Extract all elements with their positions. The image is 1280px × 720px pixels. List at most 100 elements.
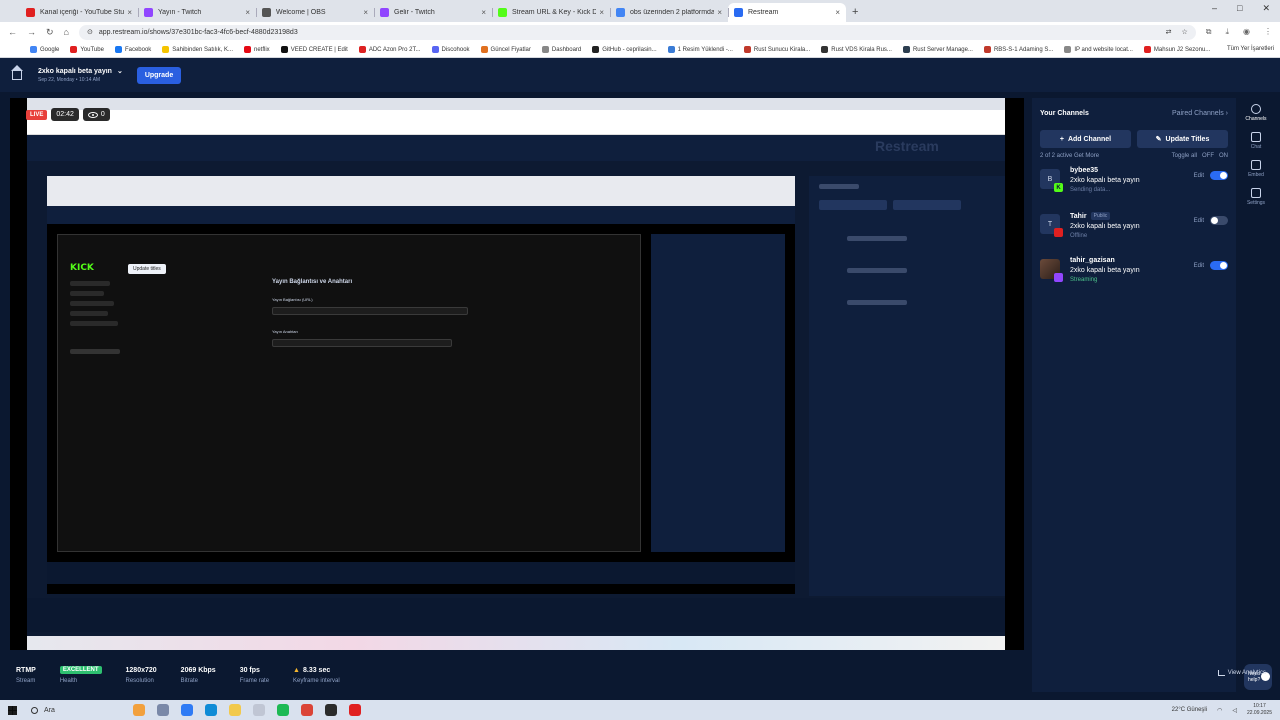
preview-url-label: Yayın Bağlantısı (URL) — [272, 297, 313, 302]
bookmark-item[interactable]: GitHub - ceprilasin... — [592, 46, 657, 53]
bookmark-item[interactable]: Mahsun J2 Sezonu... — [1143, 46, 1210, 53]
taskbar-app-icon[interactable] — [229, 704, 241, 716]
taskbar-app-icon[interactable] — [277, 704, 289, 716]
bookmark-item[interactable]: 1 Resim Yüklendi -... — [667, 46, 733, 53]
bookmark-star-icon[interactable]: ☆ — [1181, 28, 1187, 36]
stream-stats-bar: RTMP Stream EXCELLENT Health 1280x720 Resolut… — [0, 656, 1030, 694]
start-icon[interactable] — [8, 705, 17, 715]
browser-tab[interactable]: Stream URL & Key - Kick Dash× — [492, 3, 610, 22]
wifi-icon[interactable]: ◠ — [1217, 707, 1222, 714]
taskbar-app-icon[interactable] — [157, 704, 169, 716]
taskbar-app-icon[interactable] — [325, 704, 337, 716]
bookmark-item[interactable]: Facebook — [114, 46, 151, 53]
tab-close-icon[interactable]: × — [363, 8, 368, 17]
bookmark-item[interactable]: Rust Server Manage... — [902, 46, 973, 53]
tab-close-icon[interactable]: × — [245, 8, 250, 17]
help-button[interactable]: Need help? — [1244, 664, 1272, 690]
bookmark-favicon-icon — [743, 46, 751, 53]
add-channel-button[interactable]: + Add Channel — [1040, 130, 1131, 148]
browser-tab[interactable]: Kanal içeriği - YouTube Studio × — [20, 3, 138, 22]
tab-close-icon[interactable]: × — [835, 8, 840, 17]
url-field[interactable]: ⊙ app.restream.io/shows/37e301bc-fac3-4f… — [78, 24, 1196, 40]
taskbar-app-icon[interactable] — [253, 704, 265, 716]
toggle-all-off[interactable]: OFF — [1202, 153, 1214, 159]
bookmark-item[interactable]: Rust Sunucu Kirala... — [743, 46, 810, 53]
close-window-button[interactable]: ✕ — [1262, 3, 1270, 14]
translate-icon[interactable]: ⇄ — [1166, 28, 1172, 36]
channel-toggle[interactable] — [1210, 216, 1228, 225]
bookmark-item[interactable]: RBS-S-1 Adaming S... — [983, 46, 1053, 53]
preview-kick-dashboard: KICK Yayın Bağlantısı ve Anahtarı Yayın … — [57, 234, 641, 552]
profile-icon[interactable]: ◉ — [1243, 27, 1250, 37]
side-rail: Channels Chat Embed Settings — [1240, 98, 1272, 692]
new-tab-button[interactable]: + — [852, 6, 858, 18]
maximize-button[interactable]: □ — [1237, 3, 1242, 14]
stat-label: Health — [59, 678, 78, 684]
update-titles-button[interactable]: ✎ Update Titles — [1137, 130, 1228, 148]
tab-close-icon[interactable]: × — [481, 8, 486, 17]
bookmark-item[interactable]: YouTube — [70, 46, 104, 53]
clock[interactable]: 10:17 22.09.2025 — [1247, 703, 1272, 717]
bookmark-item[interactable]: Güncel Fiyatlar — [480, 46, 531, 53]
preview-inner-title: Yayın Bağlantısı ve Anahtarı — [272, 279, 353, 285]
menu-icon[interactable]: ⋮ — [1264, 27, 1272, 37]
view-analytics-link[interactable]: View Analytics — [1217, 670, 1266, 676]
taskbar-app-icon[interactable] — [301, 704, 313, 716]
bookmark-item[interactable]: netflix — [244, 46, 270, 53]
extensions-icon[interactable]: ⧉ — [1206, 27, 1212, 37]
bookmark-item[interactable]: Discohook — [431, 46, 470, 53]
minimize-button[interactable]: – — [1212, 3, 1217, 14]
bookmark-item[interactable]: Sahibinden Satılık, K... — [162, 46, 233, 53]
browser-tab[interactable]: Gelir - Twitch × — [374, 3, 492, 22]
forward-icon[interactable]: → — [27, 27, 36, 37]
preview-key-field — [272, 339, 452, 347]
bookmark-item[interactable]: ADC Azon Pro 2T... — [358, 46, 421, 53]
rail-embed[interactable]: Embed — [1248, 160, 1264, 178]
dashboard-home-icon[interactable] — [11, 65, 23, 80]
channel-name: tahir_gazisan — [1070, 257, 1115, 264]
channel-toggle[interactable] — [1210, 261, 1228, 270]
upgrade-button[interactable]: Upgrade — [136, 66, 182, 84]
paired-channels-link[interactable]: Paired Channels › — [1172, 110, 1228, 117]
rail-chat[interactable]: Chat — [1251, 132, 1261, 150]
bookmarks-bar: Google YouTube Facebook Sahibinden Satılık,… — [0, 42, 1280, 58]
channel-toggle[interactable] — [1210, 171, 1228, 180]
stat-bitrate: 2069 Kbps Bitrate — [181, 667, 216, 684]
volume-icon[interactable]: ◁ — [1232, 707, 1237, 714]
preview-video-frame: Restream KICK Yayın Bağlantısı ve Anahta… — [27, 98, 1005, 650]
browser-tab[interactable]: Restream × — [728, 3, 846, 22]
edit-channel-button[interactable]: Edit — [1194, 173, 1204, 179]
taskbar-search[interactable]: Ara — [31, 706, 121, 714]
stat-resolution: 1280x720 Resolution — [126, 667, 157, 684]
bookmark-item[interactable]: Google — [30, 46, 59, 53]
platform-icon: K — [1054, 183, 1063, 192]
site-info-icon[interactable]: ⊙ — [87, 28, 93, 36]
taskbar-app-icon[interactable] — [133, 704, 145, 716]
rail-channels[interactable]: Channels — [1245, 104, 1267, 122]
bookmark-item[interactable]: IP and website locat... — [1064, 46, 1133, 53]
edit-channel-button[interactable]: Edit — [1194, 263, 1204, 269]
browser-tab[interactable]: Yayın - Twitch × — [138, 3, 256, 22]
bookmark-item[interactable]: Dashboard — [541, 46, 581, 53]
edit-channel-button[interactable]: Edit — [1194, 218, 1204, 224]
bookmark-favicon-icon — [1064, 46, 1072, 53]
taskbar-app-icon[interactable] — [349, 704, 361, 716]
taskbar-app-icon[interactable] — [205, 704, 217, 716]
bookmark-item[interactable]: Rust VDS Kirala Rus... — [821, 46, 892, 53]
toggle-all-on[interactable]: ON — [1219, 153, 1228, 159]
back-icon[interactable]: ← — [8, 27, 17, 37]
rail-settings[interactable]: Settings — [1247, 188, 1265, 206]
event-selector[interactable]: 2xko kapalı beta yayın ⌄ Sep 22, Monday •… — [38, 67, 123, 84]
weather-widget[interactable]: 22°C Güneşli — [1172, 707, 1207, 713]
reload-icon[interactable]: ↻ — [46, 27, 54, 38]
taskbar-app-icon[interactable] — [181, 704, 193, 716]
tab-close-icon[interactable]: × — [717, 8, 722, 17]
browser-tab[interactable]: Welcome | OBS × — [256, 3, 374, 22]
browser-tab[interactable]: obs üzerinden 2 platformda y...× — [610, 3, 728, 22]
downloads-icon[interactable]: ⤓ — [1225, 27, 1229, 37]
tab-close-icon[interactable]: × — [599, 8, 604, 17]
bookmark-item[interactable]: VEED CREATE | Edit — [280, 46, 348, 53]
home-icon[interactable]: ⌂ — [64, 27, 69, 37]
tab-close-icon[interactable]: × — [127, 8, 132, 17]
all-bookmarks-link[interactable]: Tüm Yer İşaretleri — [1227, 46, 1274, 52]
